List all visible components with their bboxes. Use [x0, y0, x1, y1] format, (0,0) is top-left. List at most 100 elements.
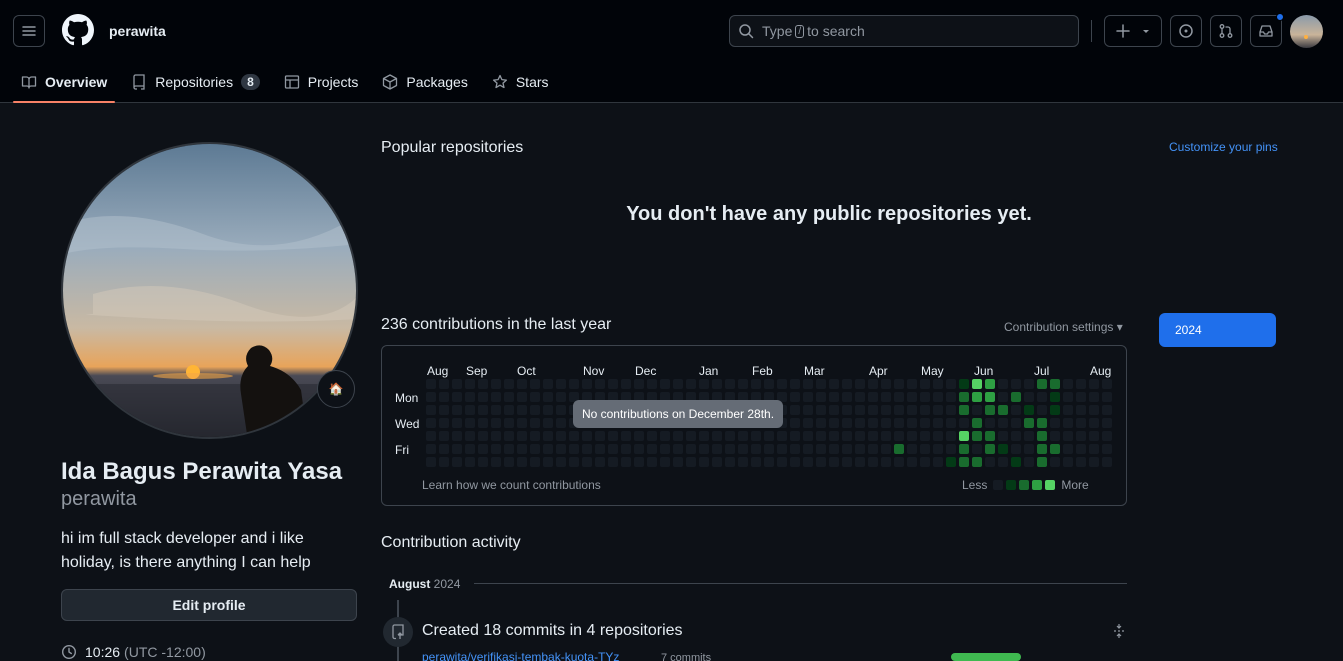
contribution-day-cell[interactable] — [920, 457, 930, 467]
contribution-day-cell[interactable] — [465, 457, 475, 467]
contribution-day-cell[interactable] — [1063, 444, 1073, 454]
contribution-day-cell[interactable] — [933, 431, 943, 441]
contribution-day-cell[interactable] — [647, 457, 657, 467]
activity-repo-link[interactable]: perawita/verifikasi-tembak-kuota-TYz — [422, 650, 619, 661]
contribution-day-cell[interactable] — [660, 379, 670, 389]
contribution-day-cell[interactable] — [1011, 418, 1021, 428]
contribution-day-cell[interactable] — [777, 444, 787, 454]
contribution-day-cell[interactable] — [517, 405, 527, 415]
contribution-day-cell[interactable] — [1037, 431, 1047, 441]
contribution-day-cell[interactable] — [907, 418, 917, 428]
contribution-day-cell[interactable] — [777, 431, 787, 441]
contribution-day-cell[interactable] — [985, 392, 995, 402]
contribution-day-cell[interactable] — [530, 418, 540, 428]
contribution-day-cell[interactable] — [556, 418, 566, 428]
contribution-day-cell[interactable] — [829, 405, 839, 415]
contribution-day-cell[interactable] — [1063, 418, 1073, 428]
contribution-day-cell[interactable] — [985, 405, 995, 415]
contribution-day-cell[interactable] — [985, 457, 995, 467]
contribution-day-cell[interactable] — [1063, 457, 1073, 467]
contribution-day-cell[interactable] — [426, 418, 436, 428]
contribution-day-cell[interactable] — [881, 405, 891, 415]
contribution-day-cell[interactable] — [816, 418, 826, 428]
contribution-day-cell[interactable] — [868, 405, 878, 415]
contribution-day-cell[interactable] — [1011, 431, 1021, 441]
contribution-day-cell[interactable] — [972, 405, 982, 415]
contribution-day-cell[interactable] — [478, 379, 488, 389]
contribution-day-cell[interactable] — [465, 392, 475, 402]
contribution-day-cell[interactable] — [1063, 392, 1073, 402]
set-status-button[interactable]: 🏠 — [317, 370, 355, 408]
contribution-day-cell[interactable] — [530, 405, 540, 415]
contribution-day-cell[interactable] — [608, 379, 618, 389]
contribution-day-cell[interactable] — [881, 418, 891, 428]
contribution-day-cell[interactable] — [894, 405, 904, 415]
contribution-day-cell[interactable] — [517, 379, 527, 389]
contribution-day-cell[interactable] — [1063, 405, 1073, 415]
contribution-day-cell[interactable] — [582, 444, 592, 454]
contribution-day-cell[interactable] — [1076, 379, 1086, 389]
contribution-day-cell[interactable] — [1037, 379, 1047, 389]
contribution-day-cell[interactable] — [907, 379, 917, 389]
contribution-day-cell[interactable] — [1102, 379, 1112, 389]
contribution-day-cell[interactable] — [1102, 392, 1112, 402]
contribution-day-cell[interactable] — [543, 457, 553, 467]
contribution-day-cell[interactable] — [881, 392, 891, 402]
contribution-day-cell[interactable] — [673, 379, 683, 389]
contribution-day-cell[interactable] — [829, 431, 839, 441]
contribution-day-cell[interactable] — [920, 418, 930, 428]
contribution-day-cell[interactable] — [1050, 457, 1060, 467]
contribution-day-cell[interactable] — [712, 444, 722, 454]
contribution-day-cell[interactable] — [933, 405, 943, 415]
contribution-day-cell[interactable] — [855, 418, 865, 428]
contribution-day-cell[interactable] — [712, 457, 722, 467]
contribution-day-cell[interactable] — [673, 431, 683, 441]
contribution-day-cell[interactable] — [660, 444, 670, 454]
contribution-day-cell[interactable] — [790, 444, 800, 454]
contribution-day-cell[interactable] — [569, 457, 579, 467]
contribution-day-cell[interactable] — [517, 444, 527, 454]
contribution-day-cell[interactable] — [894, 457, 904, 467]
contribution-day-cell[interactable] — [998, 379, 1008, 389]
contribution-day-cell[interactable] — [959, 392, 969, 402]
contribution-day-cell[interactable] — [1024, 405, 1034, 415]
contribution-day-cell[interactable] — [530, 457, 540, 467]
contribution-day-cell[interactable] — [751, 457, 761, 467]
contribution-day-cell[interactable] — [556, 392, 566, 402]
contribution-day-cell[interactable] — [543, 431, 553, 441]
contribution-day-cell[interactable] — [452, 392, 462, 402]
contribution-day-cell[interactable] — [504, 431, 514, 441]
contribution-day-cell[interactable] — [907, 457, 917, 467]
contribution-day-cell[interactable] — [595, 379, 605, 389]
contribution-day-cell[interactable] — [1089, 405, 1099, 415]
learn-contributions-link[interactable]: Learn how we count contributions — [422, 478, 601, 492]
contribution-day-cell[interactable] — [660, 431, 670, 441]
contribution-day-cell[interactable] — [790, 392, 800, 402]
contribution-day-cell[interactable] — [1011, 405, 1021, 415]
contribution-day-cell[interactable] — [946, 431, 956, 441]
contribution-day-cell[interactable] — [1076, 457, 1086, 467]
contribution-day-cell[interactable] — [946, 392, 956, 402]
contribution-day-cell[interactable] — [465, 431, 475, 441]
contribution-day-cell[interactable] — [1089, 431, 1099, 441]
contribution-day-cell[interactable] — [738, 457, 748, 467]
contribution-day-cell[interactable] — [1011, 457, 1021, 467]
year-2024-button[interactable]: 2024 — [1159, 313, 1276, 347]
contribution-day-cell[interactable] — [452, 379, 462, 389]
contribution-day-cell[interactable] — [595, 457, 605, 467]
contribution-day-cell[interactable] — [426, 431, 436, 441]
user-avatar-button[interactable] — [1290, 15, 1323, 48]
contribution-day-cell[interactable] — [673, 444, 683, 454]
contribution-day-cell[interactable] — [1037, 405, 1047, 415]
commits-summary[interactable]: Created 18 commits in 4 repositories — [422, 622, 683, 640]
contribution-day-cell[interactable] — [1089, 444, 1099, 454]
contribution-day-cell[interactable] — [894, 392, 904, 402]
contribution-day-cell[interactable] — [803, 392, 813, 402]
contribution-day-cell[interactable] — [972, 457, 982, 467]
contribution-day-cell[interactable] — [868, 431, 878, 441]
contribution-day-cell[interactable] — [920, 405, 930, 415]
contribution-day-cell[interactable] — [725, 444, 735, 454]
contribution-day-cell[interactable] — [543, 392, 553, 402]
contribution-day-cell[interactable] — [790, 418, 800, 428]
contribution-day-cell[interactable] — [816, 431, 826, 441]
